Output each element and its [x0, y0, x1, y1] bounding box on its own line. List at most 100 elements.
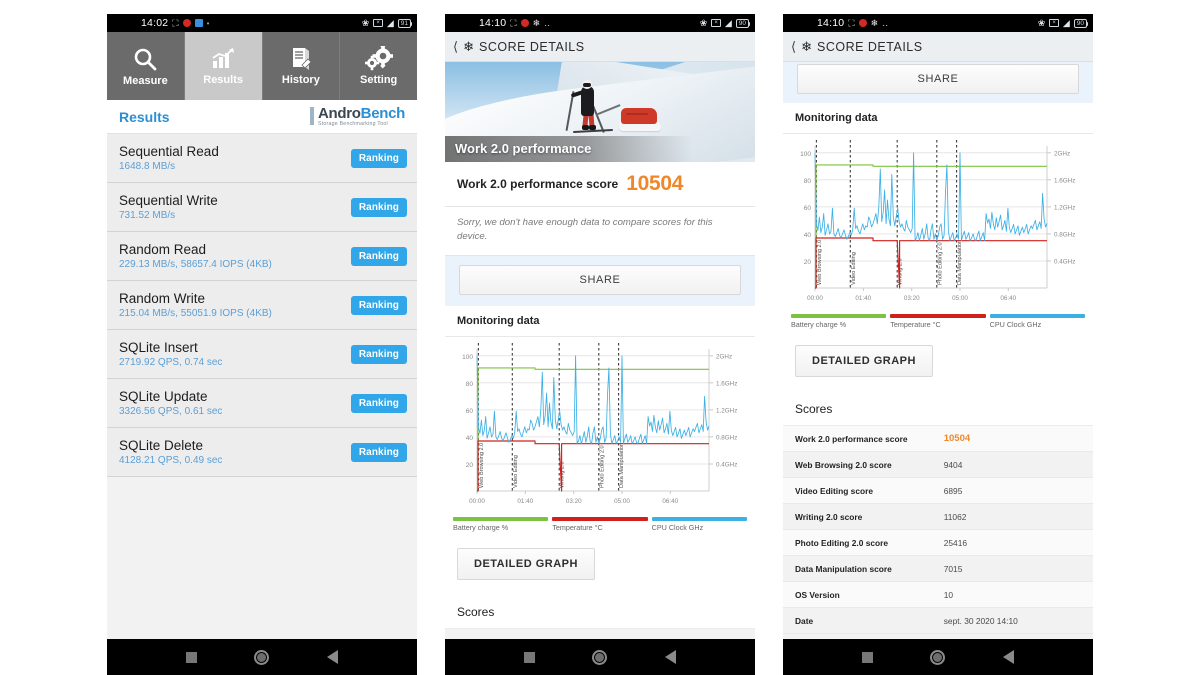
- legend-label-battery: Battery charge %: [791, 320, 847, 329]
- ranking-button[interactable]: Ranking: [350, 393, 407, 413]
- monitoring-graph-3[interactable]: 20 40 60 80 100 0.4GHz 0.8GHz 1.2GHz 1.6GHz 2GHz 0…: [783, 134, 1093, 312]
- tab-setting[interactable]: Setting: [340, 32, 417, 100]
- ranking-button[interactable]: Ranking: [350, 344, 407, 364]
- table-row[interactable]: SQLite Delete 4128.21 QPS, 0.49 sec Rank…: [107, 428, 417, 477]
- detailed-graph-button[interactable]: DETAILED GRAPH: [795, 345, 933, 377]
- ranking-button[interactable]: Ranking: [350, 246, 407, 266]
- svg-text:1.2GHz: 1.2GHz: [1054, 204, 1075, 211]
- back-button[interactable]: [665, 650, 677, 664]
- svg-text:05:00: 05:00: [614, 498, 630, 505]
- score-key: Writing 2.0 score: [795, 511, 863, 522]
- svg-text:80: 80: [466, 381, 474, 388]
- battery-icon: 91: [397, 18, 413, 28]
- back-chevron-icon[interactable]: ⟨: [453, 40, 458, 53]
- home-button[interactable]: [592, 649, 608, 665]
- monitoring-graph-2[interactable]: 20 40 60 80 100 0.4GHz 0.8GHz 1.2GHz 1.6GHz 2GHz 0…: [445, 336, 755, 515]
- status-bar-left-2: 14:10 ⛶ ❄ ‥: [479, 17, 551, 29]
- table-row: Video Editing score 6895: [783, 478, 1093, 504]
- screen-pcmark-scores: ⟨ ❄ SCORE DETAILS SHARE Monitoring data …: [783, 32, 1093, 639]
- android-nav-bar-3: [783, 639, 1093, 675]
- game-icon: ⛶: [848, 17, 855, 28]
- result-label: SQLite Update: [119, 389, 208, 404]
- tab-measure[interactable]: Measure: [107, 32, 185, 100]
- ranking-button[interactable]: Ranking: [350, 148, 407, 168]
- status-bar-3: 14:10 ⛶ ❄ ‥ ❀ × ◢ 90: [783, 14, 1093, 32]
- tab-history-label: History: [281, 74, 320, 86]
- androbench-tabbar: Measure Results History Setting: [107, 32, 417, 100]
- app-bar-title: SCORE DETAILS: [816, 39, 923, 54]
- svg-text:0.4GHz: 0.4GHz: [716, 461, 737, 468]
- phone-pcmark-top: 14:10 ⛶ ❄ ‥ ❀ × ◢ 90 ⟨ ❄ SCORE DETAILS W…: [445, 14, 755, 675]
- recents-button[interactable]: [861, 651, 873, 663]
- tab-history[interactable]: History: [263, 32, 341, 100]
- table-row[interactable]: Sequential Write 731.52 MB/s Ranking: [107, 183, 417, 232]
- score-value: sept. 30 2020 14:10: [943, 615, 1018, 626]
- detailed-graph-section-3: DETAILED GRAPH: [783, 335, 1093, 391]
- table-row[interactable]: Random Read 229.13 MB/s, 58657.4 IOPS (4…: [107, 232, 417, 281]
- ranking-button[interactable]: Ranking: [350, 295, 407, 315]
- snowflake-icon: ❄: [801, 39, 812, 54]
- table-row[interactable]: SQLite Update 3326.56 QPS, 0.61 sec Rank…: [107, 379, 417, 428]
- svg-text:2GHz: 2GHz: [1054, 150, 1070, 157]
- table-row[interactable]: SQLite Insert 2719.92 QPS, 0.74 sec Rank…: [107, 330, 417, 379]
- recents-button[interactable]: [523, 651, 535, 663]
- record-icon: [858, 19, 867, 27]
- more-notifications-icon: ‥: [882, 17, 890, 28]
- bluetooth-icon: ❀: [1037, 17, 1046, 28]
- table-row: Photo Editing 2.0 score 25416: [783, 530, 1093, 556]
- score-key: OS Version: [795, 589, 840, 600]
- status-bar-1: 14:02 ⛶ • ❀ × ◢ 91: [107, 14, 417, 32]
- recents-button[interactable]: [185, 651, 197, 663]
- mute-icon: ×: [711, 19, 721, 27]
- svg-text:Photo Editing 2.0: Photo Editing 2.0: [937, 242, 943, 285]
- table-row[interactable]: Random Write 215.04 MB/s, 55051.9 IOPS (…: [107, 281, 417, 330]
- score-value: 25416: [943, 537, 968, 548]
- score-value: 9404: [943, 459, 963, 470]
- app-bar-title: SCORE DETAILS: [478, 39, 585, 54]
- snowflake-icon: ❄: [463, 39, 474, 54]
- score-value: 6895: [943, 485, 963, 496]
- share-button[interactable]: SHARE: [459, 264, 741, 295]
- svg-text:0.8GHz: 0.8GHz: [716, 434, 737, 441]
- result-label: Random Read: [119, 242, 207, 257]
- scores-table: Work 2.0 performance score 10504 Web Bro…: [783, 426, 1093, 634]
- score-value: 11062: [943, 511, 967, 522]
- home-button[interactable]: [930, 649, 946, 665]
- ranking-button[interactable]: Ranking: [350, 442, 407, 462]
- share-button[interactable]: SHARE: [797, 64, 1079, 94]
- svg-text:06:40: 06:40: [662, 498, 678, 505]
- status-bar-right-1: ❀ × ◢ 91: [362, 18, 413, 29]
- back-chevron-icon[interactable]: ⟨: [791, 40, 796, 53]
- status-time: 14:02: [141, 17, 169, 29]
- ranking-button[interactable]: Ranking: [350, 197, 407, 217]
- result-value: 2719.92 QPS, 0.74 sec: [119, 357, 223, 368]
- record-icon: [520, 19, 529, 27]
- share-section: SHARE: [445, 255, 755, 306]
- bluetooth-icon: ❀: [699, 17, 708, 28]
- svg-text:Data Manipulation: Data Manipulation: [619, 443, 625, 488]
- tab-results[interactable]: Results: [184, 32, 263, 100]
- score-value: 10: [943, 589, 954, 600]
- chart-legend-2: Battery charge % Temperature °C CPU Cloc…: [445, 514, 755, 538]
- detailed-graph-button[interactable]: DETAILED GRAPH: [457, 547, 595, 580]
- table-row: Web Browsing 2.0 score 9404: [783, 452, 1093, 478]
- legend-swatch-temperature: [552, 516, 648, 521]
- table-row[interactable]: Sequential Read 1648.8 MB/s Ranking: [107, 134, 417, 183]
- page-title: Results: [119, 108, 170, 125]
- home-button[interactable]: [254, 649, 270, 665]
- tab-results-label: Results: [203, 73, 243, 86]
- svg-text:Video Editing: Video Editing: [851, 252, 857, 285]
- result-value: 215.04 MB/s, 55051.9 IOPS (4KB): [119, 308, 272, 319]
- app-bar-2: ⟨ ❄ SCORE DETAILS: [445, 32, 755, 62]
- back-button[interactable]: [1003, 650, 1015, 664]
- monitoring-chart: 20 40 60 80 100 0.4GHz 0.8GHz 1.2GHz 1.6GHz 2GHz 0…: [451, 341, 749, 513]
- result-value: 4128.21 QPS, 0.49 sec: [119, 455, 223, 466]
- svg-text:01:40: 01:40: [855, 295, 871, 302]
- status-bar-left-3: 14:10 ⛶ ❄ ‥: [817, 17, 889, 29]
- svg-text:20: 20: [466, 462, 474, 469]
- score-label: Work 2.0 performance score: [457, 177, 619, 191]
- more-notifications-icon: ‥: [544, 17, 552, 28]
- legend-label-temperature: Temperature °C: [552, 522, 603, 532]
- back-button[interactable]: [327, 650, 339, 664]
- svg-text:03:20: 03:20: [566, 498, 582, 505]
